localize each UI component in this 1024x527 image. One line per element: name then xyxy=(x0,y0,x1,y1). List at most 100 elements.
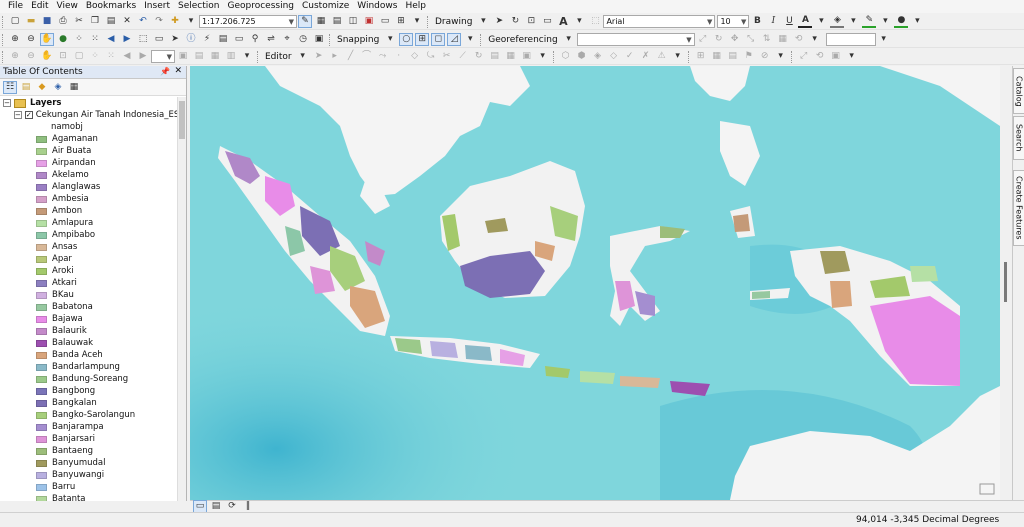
italic-button[interactable]: I xyxy=(766,15,780,28)
open-folder-icon[interactable]: ▬ xyxy=(24,15,38,28)
chevron-down-icon[interactable]: ▾ xyxy=(910,15,924,28)
legend-item[interactable]: Aroki xyxy=(0,265,178,277)
legend-item[interactable]: Alanglawas xyxy=(0,181,178,193)
python-window-icon[interactable]: ▭ xyxy=(378,15,392,28)
back-extent-icon[interactable]: ◀ xyxy=(104,33,118,46)
font-color-icon[interactable]: A xyxy=(798,15,813,28)
delete-icon[interactable]: ✕ xyxy=(120,15,134,28)
legend-swatch[interactable] xyxy=(36,159,47,167)
paste-icon[interactable]: ▤ xyxy=(104,15,118,28)
legend-item[interactable]: Bantaeng xyxy=(0,445,178,457)
map-canvas[interactable] xyxy=(190,66,1000,500)
select-elements-icon[interactable]: ➤ xyxy=(492,15,506,28)
list-by-drawing-order-icon[interactable]: ☷ xyxy=(3,80,17,94)
collapse-icon[interactable]: − xyxy=(14,111,22,119)
straight-segment-icon[interactable]: ╱ xyxy=(344,50,358,63)
rotate-edit-icon[interactable]: ↻ xyxy=(472,50,486,63)
editor-toolbar-icon[interactable]: ✎ xyxy=(298,15,312,28)
toggle-draft-icon[interactable]: ▣ xyxy=(176,50,190,63)
layer-visibility-checkbox[interactable]: ✓ xyxy=(24,111,33,119)
legend-item[interactable]: Ambon xyxy=(0,205,178,217)
legend-item[interactable]: Bangkalan xyxy=(0,397,178,409)
pin-icon[interactable]: 📌 xyxy=(160,67,170,76)
legend-swatch[interactable] xyxy=(36,459,47,467)
legend-swatch[interactable] xyxy=(36,423,47,431)
layers-root[interactable]: − Layers xyxy=(0,97,178,109)
rotate-icon[interactable]: ↻ xyxy=(508,15,522,28)
font-combo[interactable]: Arial ▼ xyxy=(603,15,716,28)
legend-item[interactable]: Bandung-Soreang xyxy=(0,373,178,385)
georeferencing-menu[interactable]: Georeferencing xyxy=(485,35,560,45)
cut-polygons-icon[interactable]: ✂ xyxy=(440,50,454,63)
reshape-icon[interactable]: ⤿ xyxy=(424,50,438,63)
menu-bookmarks[interactable]: Bookmarks xyxy=(82,0,140,13)
menu-file[interactable]: File xyxy=(4,0,27,13)
fix-topology-icon[interactable]: ✗ xyxy=(639,50,653,63)
chevron-down-icon[interactable]: ▾ xyxy=(463,33,477,46)
edit-tool-icon[interactable]: ➤ xyxy=(312,50,326,63)
pan-icon[interactable]: ✋ xyxy=(40,33,54,46)
html-popup-icon[interactable]: ▤ xyxy=(216,33,230,46)
zoom-out-icon[interactable]: ⊖ xyxy=(24,33,38,46)
legend-swatch[interactable] xyxy=(36,411,47,419)
legend-swatch[interactable] xyxy=(36,387,47,395)
search-tab[interactable]: Search xyxy=(1013,116,1024,160)
chevron-down-icon[interactable]: ▾ xyxy=(814,15,828,28)
add-data-dropdown-icon[interactable]: ▾ xyxy=(184,15,198,28)
new-document-icon[interactable]: ▢ xyxy=(8,15,22,28)
legend-swatch[interactable] xyxy=(36,351,47,359)
menu-customize[interactable]: Customize xyxy=(298,0,353,13)
layout-zoom-in-icon[interactable]: ⊕ xyxy=(8,50,22,63)
forward-extent-icon[interactable]: ▶ xyxy=(120,33,134,46)
edit-annotation-icon[interactable]: ▸ xyxy=(328,50,342,63)
legend-item[interactable]: Bangko-Sarolangun xyxy=(0,409,178,421)
legend-item[interactable]: Barru xyxy=(0,481,178,493)
network-window-icon[interactable]: ▤ xyxy=(726,50,740,63)
find-icon[interactable]: ⚲ xyxy=(248,33,262,46)
collapse-icon[interactable]: − xyxy=(3,99,11,107)
menu-windows[interactable]: Windows xyxy=(353,0,401,13)
legend-item[interactable]: Banda Aceh xyxy=(0,349,178,361)
clear-selection-icon[interactable]: ▭ xyxy=(152,33,166,46)
legend-item[interactable]: Air Buata xyxy=(0,145,178,157)
legend-item[interactable]: Ansas xyxy=(0,241,178,253)
create-features-tab[interactable]: Create Features xyxy=(1013,170,1024,246)
point-icon[interactable]: · xyxy=(392,50,406,63)
model-builder-icon[interactable]: ⊞ xyxy=(394,15,408,28)
select-elements-icon[interactable]: ➤ xyxy=(168,33,182,46)
list-by-visibility-icon[interactable]: ◆ xyxy=(35,81,49,94)
legend-swatch[interactable] xyxy=(36,363,47,371)
legend-item[interactable]: Babatona xyxy=(0,301,178,313)
sketch-properties-icon[interactable]: ▦ xyxy=(504,50,518,63)
legend-item[interactable]: Bandarlampung xyxy=(0,361,178,373)
time-slider-icon[interactable]: ◷ xyxy=(296,33,310,46)
view-link-table-icon[interactable]: ▦ xyxy=(776,33,790,46)
chevron-down-icon[interactable]: ▾ xyxy=(845,50,859,63)
font-size-combo[interactable]: 10 ▼ xyxy=(717,15,750,28)
trace-icon[interactable]: ⤳ xyxy=(376,50,390,63)
chevron-down-icon[interactable]: ▾ xyxy=(536,50,550,63)
chevron-down-icon[interactable]: ▾ xyxy=(671,50,685,63)
options-icon[interactable]: ▦ xyxy=(67,81,81,94)
map-topology-icon[interactable]: ⬢ xyxy=(575,50,589,63)
toc-scrollbar[interactable] xyxy=(177,97,186,501)
legend-item[interactable]: Banjarsari xyxy=(0,433,178,445)
layout-pan-icon[interactable]: ✋ xyxy=(40,50,54,63)
legend-swatch[interactable] xyxy=(36,483,47,491)
chevron-down-icon[interactable]: ▾ xyxy=(410,15,424,28)
legend-swatch[interactable] xyxy=(36,327,47,335)
legend-item[interactable]: Banyumudal xyxy=(0,457,178,469)
focus-data-frame-icon[interactable]: ▤ xyxy=(192,50,206,63)
legend-swatch[interactable] xyxy=(36,135,47,143)
rectangle-icon[interactable]: ▭ xyxy=(540,15,554,28)
fill-color-icon[interactable]: ◈ xyxy=(830,15,845,28)
legend-item[interactable]: Atkari xyxy=(0,277,178,289)
legend-swatch[interactable] xyxy=(36,243,47,251)
catalog-tab[interactable]: Catalog xyxy=(1013,68,1024,114)
change-layout-icon[interactable]: ▦ xyxy=(208,50,222,63)
bold-button[interactable]: B xyxy=(750,15,764,28)
print-icon[interactable]: ⎙ xyxy=(56,15,70,28)
layout-fixed-zoom-in-icon[interactable]: ⁘ xyxy=(88,50,102,63)
legend-swatch[interactable] xyxy=(36,183,47,191)
measure-icon[interactable]: ▭ xyxy=(232,33,246,46)
